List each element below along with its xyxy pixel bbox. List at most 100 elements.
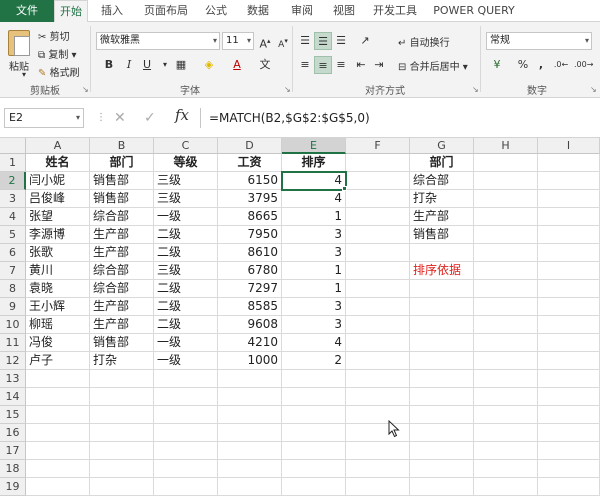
cell-d8[interactable]: 7297	[218, 280, 282, 298]
cell-g12[interactable]	[410, 352, 474, 370]
cell-c8[interactable]: 二级	[154, 280, 218, 298]
column-header-e[interactable]: E	[282, 138, 346, 154]
cell-d2[interactable]: 6150	[218, 172, 282, 190]
cell-g3[interactable]: 打杂	[410, 190, 474, 208]
cell-h11[interactable]	[474, 334, 538, 352]
cell-d16[interactable]	[218, 424, 282, 442]
cell-a13[interactable]	[26, 370, 90, 388]
cell-a9[interactable]: 王小辉	[26, 298, 90, 316]
increase-decimal-icon[interactable]: .0←	[552, 56, 570, 74]
cell-f9[interactable]	[346, 298, 410, 316]
cell-b17[interactable]	[90, 442, 154, 460]
cell-e14[interactable]	[282, 388, 346, 406]
cell-a2[interactable]: 闫小妮	[26, 172, 90, 190]
wen-icon[interactable]: 文	[256, 56, 274, 74]
cell-c14[interactable]	[154, 388, 218, 406]
italic-button[interactable]: I	[120, 56, 138, 74]
borders-icon[interactable]: ▦	[172, 56, 190, 74]
cell-d18[interactable]	[218, 460, 282, 478]
fill-color-icon[interactable]: ◈	[200, 56, 218, 74]
cell-e1[interactable]: 排序	[282, 154, 346, 172]
cell-b14[interactable]	[90, 388, 154, 406]
cell-i2[interactable]	[538, 172, 600, 190]
merge-center-button[interactable]: ⊟ 合并后居中 ▾	[398, 58, 468, 73]
cell-i13[interactable]	[538, 370, 600, 388]
column-header-g[interactable]: G	[410, 138, 474, 154]
decrease-indent-icon[interactable]: ⇤	[352, 56, 370, 74]
cell-h2[interactable]	[474, 172, 538, 190]
row-header-14[interactable]: 14	[0, 388, 26, 406]
row-header-17[interactable]: 17	[0, 442, 26, 460]
cell-d13[interactable]	[218, 370, 282, 388]
row-header-7[interactable]: 7	[0, 262, 26, 280]
cell-f19[interactable]	[346, 478, 410, 496]
alignment-launcher-icon[interactable]: ↘	[472, 85, 479, 94]
cell-c12[interactable]: 一级	[154, 352, 218, 370]
column-header-i[interactable]: I	[538, 138, 600, 154]
cell-i16[interactable]	[538, 424, 600, 442]
cell-a18[interactable]	[26, 460, 90, 478]
cell-e16[interactable]	[282, 424, 346, 442]
paste-icon[interactable]	[8, 30, 30, 56]
cell-d6[interactable]: 8610	[218, 244, 282, 262]
currency-icon[interactable]: ¥	[488, 56, 506, 74]
cell-f13[interactable]	[346, 370, 410, 388]
orientation-icon[interactable]: ↗	[356, 32, 374, 50]
cell-h16[interactable]	[474, 424, 538, 442]
cell-g15[interactable]	[410, 406, 474, 424]
cell-g14[interactable]	[410, 388, 474, 406]
cell-h19[interactable]	[474, 478, 538, 496]
clipboard-launcher-icon[interactable]: ↘	[82, 85, 89, 94]
cell-c6[interactable]: 二级	[154, 244, 218, 262]
cell-f1[interactable]	[346, 154, 410, 172]
tab-file[interactable]: 文件	[0, 0, 54, 22]
cell-e11[interactable]: 4	[282, 334, 346, 352]
column-header-a[interactable]: A	[26, 138, 90, 154]
cell-d15[interactable]	[218, 406, 282, 424]
cell-d14[interactable]	[218, 388, 282, 406]
align-top-icon[interactable]: ☰	[296, 32, 314, 50]
cell-g8[interactable]	[410, 280, 474, 298]
cell-b2[interactable]: 销售部	[90, 172, 154, 190]
cell-a15[interactable]	[26, 406, 90, 424]
font-grow-button[interactable]: A▴	[256, 32, 274, 51]
tab-page-layout[interactable]: 页面布局	[136, 0, 196, 22]
cell-e8[interactable]: 1	[282, 280, 346, 298]
row-header-9[interactable]: 9	[0, 298, 26, 316]
row-header-3[interactable]: 3	[0, 190, 26, 208]
insert-function-icon[interactable]: fx	[175, 106, 189, 124]
cell-e6[interactable]: 3	[282, 244, 346, 262]
cell-d9[interactable]: 8585	[218, 298, 282, 316]
cell-i11[interactable]	[538, 334, 600, 352]
cell-a6[interactable]: 张歌	[26, 244, 90, 262]
font-size-select[interactable]: 11 ▾	[222, 32, 254, 50]
cell-b6[interactable]: 生产部	[90, 244, 154, 262]
cell-b13[interactable]	[90, 370, 154, 388]
cell-f2[interactable]	[346, 172, 410, 190]
tab-home[interactable]: 开始	[54, 0, 88, 23]
font-shrink-button[interactable]: A▾	[274, 32, 292, 50]
cell-c19[interactable]	[154, 478, 218, 496]
cell-g5[interactable]: 销售部	[410, 226, 474, 244]
cell-d17[interactable]	[218, 442, 282, 460]
cell-b12[interactable]: 打杂	[90, 352, 154, 370]
cell-g2[interactable]: 综合部	[410, 172, 474, 190]
cell-g17[interactable]	[410, 442, 474, 460]
row-header-19[interactable]: 19	[0, 478, 26, 496]
cell-a14[interactable]	[26, 388, 90, 406]
row-header-10[interactable]: 10	[0, 316, 26, 334]
cell-d10[interactable]: 9608	[218, 316, 282, 334]
cell-i18[interactable]	[538, 460, 600, 478]
cell-e10[interactable]: 3	[282, 316, 346, 334]
cancel-icon[interactable]: ✕	[114, 108, 126, 128]
column-header-f[interactable]: F	[346, 138, 410, 154]
cell-h5[interactable]	[474, 226, 538, 244]
cell-a4[interactable]: 张望	[26, 208, 90, 226]
cell-d1[interactable]: 工资	[218, 154, 282, 172]
cell-c17[interactable]	[154, 442, 218, 460]
cell-c15[interactable]	[154, 406, 218, 424]
row-header-4[interactable]: 4	[0, 208, 26, 226]
cell-f17[interactable]	[346, 442, 410, 460]
cell-c18[interactable]	[154, 460, 218, 478]
cell-c16[interactable]	[154, 424, 218, 442]
